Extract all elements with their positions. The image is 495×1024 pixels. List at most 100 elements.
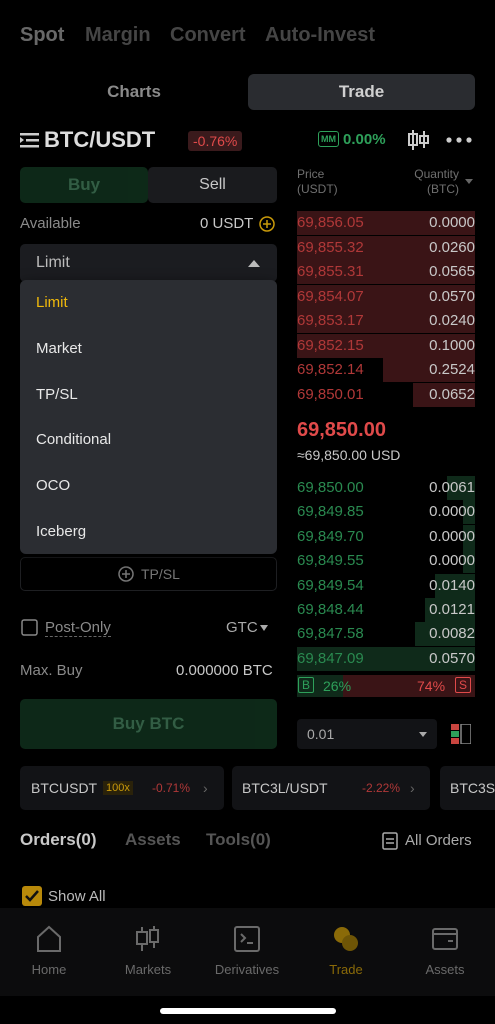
tif-select[interactable]: GTC (226, 619, 258, 636)
ask-row[interactable]: 69,856.05 0.0000 (297, 211, 475, 235)
quantity-header: Quantity (BTC) (414, 167, 459, 196)
nav-derivatives[interactable]: Derivatives (207, 924, 287, 977)
nav-home[interactable]: Home (9, 924, 89, 977)
candlestick-icon[interactable] (407, 128, 431, 152)
ticker-change: -2.22% (362, 781, 401, 795)
caret-up-icon (248, 260, 260, 267)
ask-quantity: 0.2524 (429, 361, 475, 378)
trade-icon (334, 927, 358, 951)
ticker-name: BTC3S (450, 780, 495, 796)
tab-assets[interactable]: Assets (125, 830, 181, 850)
ask-price: 69,852.15 (297, 336, 364, 354)
post-only-checkbox[interactable] (21, 619, 38, 636)
buy-percent: 26% (323, 678, 352, 694)
bid-price: 69,849.85 (297, 503, 364, 521)
ask-row[interactable]: 69,854.07 0.0570 (297, 284, 475, 309)
nav-assets[interactable]: Assets (405, 924, 485, 977)
tab-spot[interactable]: Spot (20, 24, 64, 47)
caret-down-icon (260, 625, 268, 631)
option-oco[interactable]: OCO (36, 477, 70, 494)
bid-price: 69,847.09 (297, 649, 364, 667)
bid-row[interactable]: 69,847.09 0.0570 (297, 646, 475, 671)
bid-row[interactable]: 69,849.70 0.0000 (297, 524, 475, 549)
show-all-checkbox[interactable] (22, 886, 42, 906)
price-header: Price (USDT) (297, 167, 338, 196)
buy-btc-button[interactable]: Buy BTC (20, 699, 277, 749)
tab-orders[interactable]: Orders(0) (20, 830, 97, 850)
bid-row[interactable]: 69,849.54 0.0140 (297, 573, 475, 598)
nav-trade[interactable]: Trade (306, 924, 386, 977)
precision-value: 0.01 (307, 726, 335, 742)
ask-row[interactable]: 69,855.31 0.0565 (297, 260, 475, 284)
pair-symbol[interactable]: BTC/USDT (44, 127, 155, 153)
ticker-btc3l[interactable]: BTC3L/USDT -2.22% › (232, 766, 430, 810)
caret-down-icon[interactable] (465, 179, 473, 184)
bid-quantity: 0.0570 (429, 649, 475, 667)
ticker-btc3s[interactable]: BTC3S (440, 766, 495, 810)
ticker-name: BTC3L/USDT (242, 780, 328, 796)
bid-row[interactable]: 69,849.85 0.0000 (297, 500, 475, 525)
more-icon[interactable] (446, 137, 472, 143)
home-indicator[interactable] (160, 1008, 336, 1014)
chevron-right-icon: › (203, 780, 208, 796)
order-type-value: Limit (36, 254, 70, 271)
bid-row[interactable]: 69,847.58 0.0082 (297, 622, 475, 647)
bid-price: 69,848.44 (297, 601, 364, 618)
nav-markets[interactable]: Markets (108, 924, 188, 977)
bid-price: 69,847.58 (297, 625, 364, 643)
tpsl-button[interactable]: TP/SL (20, 557, 277, 591)
trade-toggle[interactable]: Trade (248, 74, 475, 110)
bid-quantity: 0.0121 (429, 601, 475, 618)
ask-row[interactable]: 69,853.17 0.0240 (297, 309, 475, 333)
bid-row[interactable]: 69,848.44 0.0121 (297, 598, 475, 622)
nav-label: Derivatives (214, 962, 280, 977)
nav-label: Assets (425, 962, 465, 977)
option-limit[interactable]: Limit (36, 294, 68, 311)
ask-price: 69,856.05 (297, 214, 364, 231)
ticker-change: -0.71% (152, 781, 191, 795)
bid-quantity: 0.0000 (429, 552, 475, 570)
tab-auto-invest[interactable]: Auto-Invest (265, 24, 375, 47)
bid-row[interactable]: 69,850.00 0.0061 (297, 476, 475, 500)
option-tpsl[interactable]: TP/SL (36, 386, 78, 403)
chevron-right-icon: › (410, 780, 415, 796)
ticker-leverage: 100x (103, 781, 133, 795)
tab-tools[interactable]: Tools(0) (206, 830, 271, 850)
post-only-label[interactable]: Post-Only (45, 619, 111, 637)
bid-price: 69,849.70 (297, 527, 364, 545)
option-iceberg[interactable]: Iceberg (36, 523, 86, 540)
pair-change: -0.76% (188, 131, 243, 151)
option-market[interactable]: Market (36, 340, 82, 357)
pair-menu-icon[interactable] (20, 132, 40, 148)
ask-row[interactable]: 69,850.01 0.0652 (297, 382, 475, 407)
order-type-select[interactable]: Limit (20, 244, 277, 282)
ask-quantity: 0.1000 (429, 336, 475, 354)
bid-quantity: 0.0082 (429, 625, 475, 643)
mm-value: 0.00% (343, 131, 386, 148)
charts-toggle[interactable]: Charts (20, 74, 248, 110)
ask-row[interactable]: 69,852.15 0.1000 (297, 333, 475, 358)
ask-row[interactable]: 69,852.14 0.2524 (297, 358, 475, 382)
ask-row[interactable]: 69,855.32 0.0260 (297, 235, 475, 260)
bid-quantity: 0.0140 (429, 576, 475, 594)
nav-label: Markets (124, 962, 172, 977)
all-orders-link[interactable]: All Orders (405, 832, 472, 849)
orderbook-layout-icon[interactable] (451, 724, 471, 744)
max-buy-label: Max. Buy (20, 662, 83, 679)
buy-tab[interactable]: Buy (20, 167, 148, 203)
bid-row[interactable]: 69,849.55 0.0000 (297, 549, 475, 574)
precision-select[interactable]: 0.01 (297, 719, 437, 749)
tab-convert[interactable]: Convert (170, 24, 246, 47)
available-value: 0 USDT (200, 215, 254, 232)
sell-tab[interactable]: Sell (148, 167, 277, 203)
ask-quantity: 0.0240 (429, 312, 475, 329)
bid-price: 69,850.00 (297, 479, 364, 496)
ask-quantity: 0.0260 (429, 238, 475, 256)
add-funds-icon[interactable] (259, 216, 275, 232)
tab-margin[interactable]: Margin (85, 24, 151, 47)
ticker-btcusdt[interactable]: BTCUSDT 100x -0.71% › (20, 766, 224, 810)
option-conditional[interactable]: Conditional (36, 431, 111, 448)
ask-price: 69,854.07 (297, 287, 364, 305)
document-icon (382, 832, 398, 850)
bid-quantity: 0.0061 (429, 479, 475, 496)
